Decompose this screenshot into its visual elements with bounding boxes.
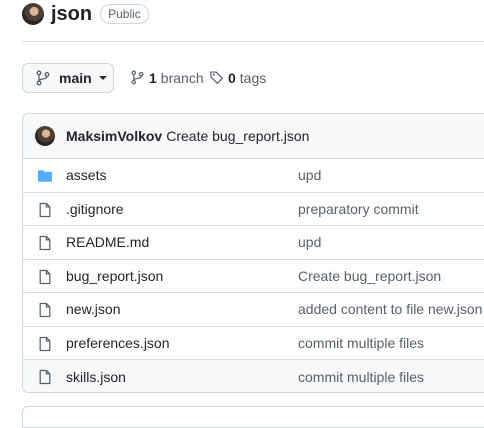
file-name[interactable]: new.json bbox=[66, 301, 120, 317]
file-row[interactable]: README.md upd bbox=[23, 226, 484, 260]
file-icon bbox=[39, 336, 51, 351]
commit-author-avatar[interactable] bbox=[35, 126, 55, 146]
tag-count-label: tags bbox=[239, 69, 267, 86]
file-row[interactable]: skills.json commit multiple files bbox=[23, 360, 484, 392]
repo-name[interactable]: json bbox=[51, 2, 92, 26]
git-branch-icon bbox=[36, 70, 50, 86]
header-divider bbox=[22, 41, 484, 42]
file-commit-message[interactable]: added content to file new.json bbox=[298, 301, 482, 317]
file-commit-message[interactable]: upd bbox=[298, 167, 321, 183]
file-commit-message[interactable]: upd bbox=[298, 234, 321, 250]
branch-count: 1 bbox=[149, 69, 157, 86]
file-commit-message[interactable]: Create bug_report.json bbox=[298, 268, 441, 284]
branch-selector-button[interactable]: main bbox=[22, 63, 114, 93]
file-name[interactable]: bug_report.json bbox=[66, 268, 163, 284]
file-icon bbox=[39, 369, 51, 385]
folder-icon bbox=[38, 170, 52, 182]
file-commit-message[interactable]: commit multiple files bbox=[298, 369, 424, 385]
file-commit-message[interactable]: commit multiple files bbox=[298, 335, 424, 351]
tags-link[interactable]: 0 tags bbox=[209, 69, 266, 86]
file-row[interactable]: preferences.json commit multiple files bbox=[23, 327, 484, 360]
branches-link[interactable]: 1 branch bbox=[130, 69, 204, 86]
file-name[interactable]: skills.json bbox=[66, 369, 126, 385]
branch-count-label: branch bbox=[160, 69, 204, 86]
file-name[interactable]: README.md bbox=[66, 234, 149, 250]
file-icon bbox=[39, 302, 51, 318]
file-name[interactable]: preferences.json bbox=[66, 335, 170, 351]
file-row[interactable]: .gitignore preparatory commit bbox=[23, 193, 484, 226]
file-name[interactable]: .gitignore bbox=[66, 201, 124, 217]
git-branch-icon bbox=[131, 70, 144, 85]
visibility-badge: Public bbox=[100, 4, 149, 24]
chevron-down-icon bbox=[98, 76, 107, 80]
latest-commit-bar: MaksimVolkov Create bug_report.json bbox=[23, 114, 484, 159]
branch-name: main bbox=[59, 70, 92, 86]
file-icon bbox=[39, 235, 51, 251]
file-icon bbox=[39, 202, 51, 217]
avatar[interactable] bbox=[22, 3, 44, 25]
commit-message[interactable]: Create bug_report.json bbox=[166, 128, 309, 144]
file-row[interactable]: bug_report.json Create bug_report.json bbox=[23, 260, 484, 293]
tag-count: 0 bbox=[228, 69, 236, 86]
file-row[interactable]: assets upd bbox=[23, 159, 484, 193]
file-browser: MaksimVolkov Create bug_report.json asse… bbox=[22, 113, 484, 393]
file-icon bbox=[39, 269, 51, 284]
file-commit-message[interactable]: preparatory commit bbox=[298, 201, 419, 217]
commit-author[interactable]: MaksimVolkov bbox=[66, 128, 162, 144]
file-list: assets upd .gitignore preparatory commit REA… bbox=[23, 159, 484, 392]
repo-header: json Public bbox=[22, 2, 149, 26]
tag-icon bbox=[210, 71, 223, 84]
file-name[interactable]: assets bbox=[66, 167, 106, 183]
file-row[interactable]: new.json added content to file new.json bbox=[23, 293, 484, 327]
readme-box bbox=[22, 406, 484, 428]
